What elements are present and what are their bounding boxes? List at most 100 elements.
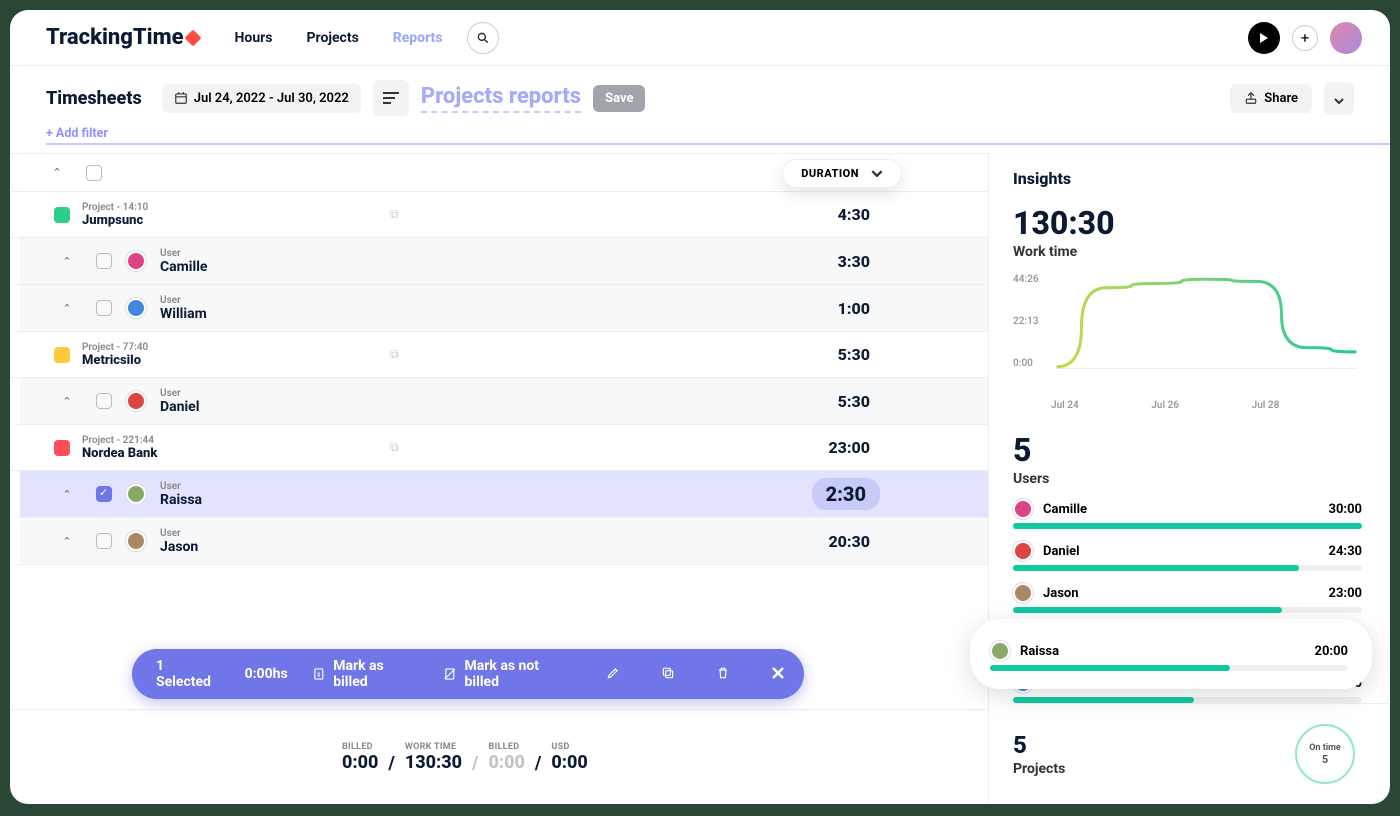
selection-count: 1 Selected: [156, 658, 221, 690]
profile-avatar[interactable]: [1330, 22, 1362, 54]
save-button[interactable]: Save: [593, 85, 645, 112]
receipt-slash-icon: [443, 667, 457, 681]
user-row[interactable]: ⌃ UserRaissa 2:30: [10, 471, 988, 518]
user-bar-time: 23:00: [1329, 586, 1363, 601]
project-row[interactable]: Project - 14:10Jumpsunc ⧉ 4:30: [10, 192, 988, 238]
edit-icon: [606, 666, 620, 680]
user-avatar-icon: [126, 251, 146, 271]
trash-icon: [716, 666, 730, 680]
mark-not-billed-button[interactable]: Mark as not billed: [443, 658, 574, 690]
row-caret[interactable]: ⌃: [56, 488, 78, 501]
project-meta: Project - 77:40: [82, 342, 148, 353]
row-checkbox[interactable]: [96, 486, 112, 502]
project-color-icon: [54, 207, 70, 223]
row-caret[interactable]: ⌃: [56, 255, 78, 268]
table-header: ⌃ DURATION: [10, 154, 988, 192]
mark-billed-button[interactable]: $ Mark as billed: [312, 658, 419, 690]
edit-button[interactable]: [598, 665, 629, 684]
user-avatar-icon: [1013, 583, 1033, 603]
date-range-picker[interactable]: Jul 24, 2022 - Jul 30, 2022: [162, 84, 361, 113]
close-icon: [771, 666, 785, 680]
svg-text:$: $: [317, 671, 320, 678]
nav-hours[interactable]: Hours: [235, 30, 273, 46]
calendar-icon: [174, 91, 188, 105]
row-duration: 3:30: [838, 252, 870, 271]
user-avatar-icon: [126, 298, 146, 318]
user-bar-name: Daniel: [1043, 544, 1319, 559]
row-checkbox[interactable]: [96, 300, 112, 316]
external-link-icon[interactable]: ⧉: [390, 347, 399, 362]
user-name: Daniel: [160, 399, 199, 415]
user-avatar-icon: [1013, 499, 1033, 519]
row-duration: 2:30: [812, 478, 880, 510]
row-caret[interactable]: ⌃: [56, 535, 78, 548]
user-row[interactable]: ⌃ UserWilliam 1:00: [10, 285, 988, 332]
copy-button[interactable]: [653, 665, 684, 684]
close-bar-button[interactable]: [763, 665, 794, 684]
user-avatar-icon: [126, 484, 146, 504]
user-bar-time: 24:30: [1329, 544, 1363, 559]
share-button[interactable]: Share: [1230, 84, 1312, 113]
project-meta: Project - 14:10: [82, 202, 148, 213]
row-checkbox[interactable]: [96, 253, 112, 269]
copy-icon: [661, 666, 675, 680]
user-bar-time: 30:00: [1329, 502, 1363, 517]
insights-users-count: 5: [1013, 431, 1362, 469]
user-label: User: [160, 248, 207, 259]
project-row[interactable]: Project - 221:44Nordea Bank ⧉ 23:00: [10, 425, 988, 471]
search-button[interactable]: [467, 22, 499, 54]
report-toolbar: Timesheets Jul 24, 2022 - Jul 30, 2022 P…: [10, 66, 1390, 126]
chevron-down-icon: [1334, 98, 1344, 104]
user-row[interactable]: ⌃ UserCamille 3:30: [10, 238, 988, 285]
receipt-icon: $: [312, 667, 326, 681]
user-breakdown-row[interactable]: Daniel 24:30: [1013, 541, 1362, 561]
view-options-button[interactable]: [373, 80, 409, 116]
nav-reports[interactable]: Reports: [393, 30, 443, 46]
insights-projects-count: 5: [1013, 731, 1065, 759]
user-name: Camille: [160, 259, 207, 275]
report-title-input[interactable]: Projects reports: [421, 84, 581, 113]
user-avatar-icon: [990, 641, 1010, 661]
external-link-icon[interactable]: ⧉: [390, 440, 399, 455]
row-caret[interactable]: ⌃: [56, 395, 78, 408]
user-breakdown-row[interactable]: Camille30:00: [1013, 499, 1362, 519]
row-duration: 5:30: [838, 345, 870, 364]
row-checkbox[interactable]: [96, 393, 112, 409]
top-nav: TrackingTime Hours Projects Reports +: [10, 10, 1390, 66]
nav-projects[interactable]: Projects: [307, 30, 359, 46]
add-button[interactable]: +: [1292, 25, 1318, 51]
logo[interactable]: TrackingTime: [46, 25, 199, 50]
duration-header-dropdown[interactable]: DURATION: [782, 159, 902, 188]
collapse-all[interactable]: ⌃: [46, 166, 68, 179]
project-row[interactable]: Project - 77:40Metricsilo ⧉ 5:30: [10, 332, 988, 378]
user-bar-name: Jason: [1043, 586, 1319, 601]
insights-work-time-label: Work time: [1013, 244, 1362, 260]
project-color-icon: [54, 440, 70, 456]
total-billed: 0:00: [342, 752, 378, 773]
user-avatar-icon: [126, 391, 146, 411]
play-button[interactable]: [1248, 22, 1280, 54]
plus-icon: +: [1301, 29, 1310, 47]
user-label: User: [160, 388, 199, 399]
external-link-icon[interactable]: ⧉: [390, 207, 399, 222]
search-icon: [476, 31, 490, 45]
user-row[interactable]: ⌃ UserJason 20:30: [10, 518, 988, 565]
row-checkbox[interactable]: [96, 533, 112, 549]
user-name: Jason: [160, 539, 198, 555]
share-dropdown[interactable]: [1324, 82, 1354, 115]
project-name: Nordea Bank: [82, 446, 157, 461]
user-name: Raissa: [160, 492, 202, 508]
insights-work-time: 130:30: [1013, 204, 1362, 242]
delete-button[interactable]: [708, 665, 739, 684]
user-row[interactable]: ⌃ UserDaniel 5:30: [10, 378, 988, 425]
user-breakdown-highlight[interactable]: Raissa20:00: [970, 619, 1372, 689]
row-duration: 23:00: [828, 438, 870, 457]
user-label: User: [160, 295, 207, 306]
add-filter-button[interactable]: + Add filter: [46, 126, 1390, 145]
user-breakdown-row[interactable]: Jason 23:00: [1013, 583, 1362, 603]
project-name: Jumpsunc: [82, 213, 148, 228]
insights-users-label: Users: [1013, 471, 1362, 487]
total-usd: 0:00: [551, 752, 587, 773]
row-caret[interactable]: ⌃: [56, 302, 78, 315]
select-all-checkbox[interactable]: [86, 165, 102, 181]
